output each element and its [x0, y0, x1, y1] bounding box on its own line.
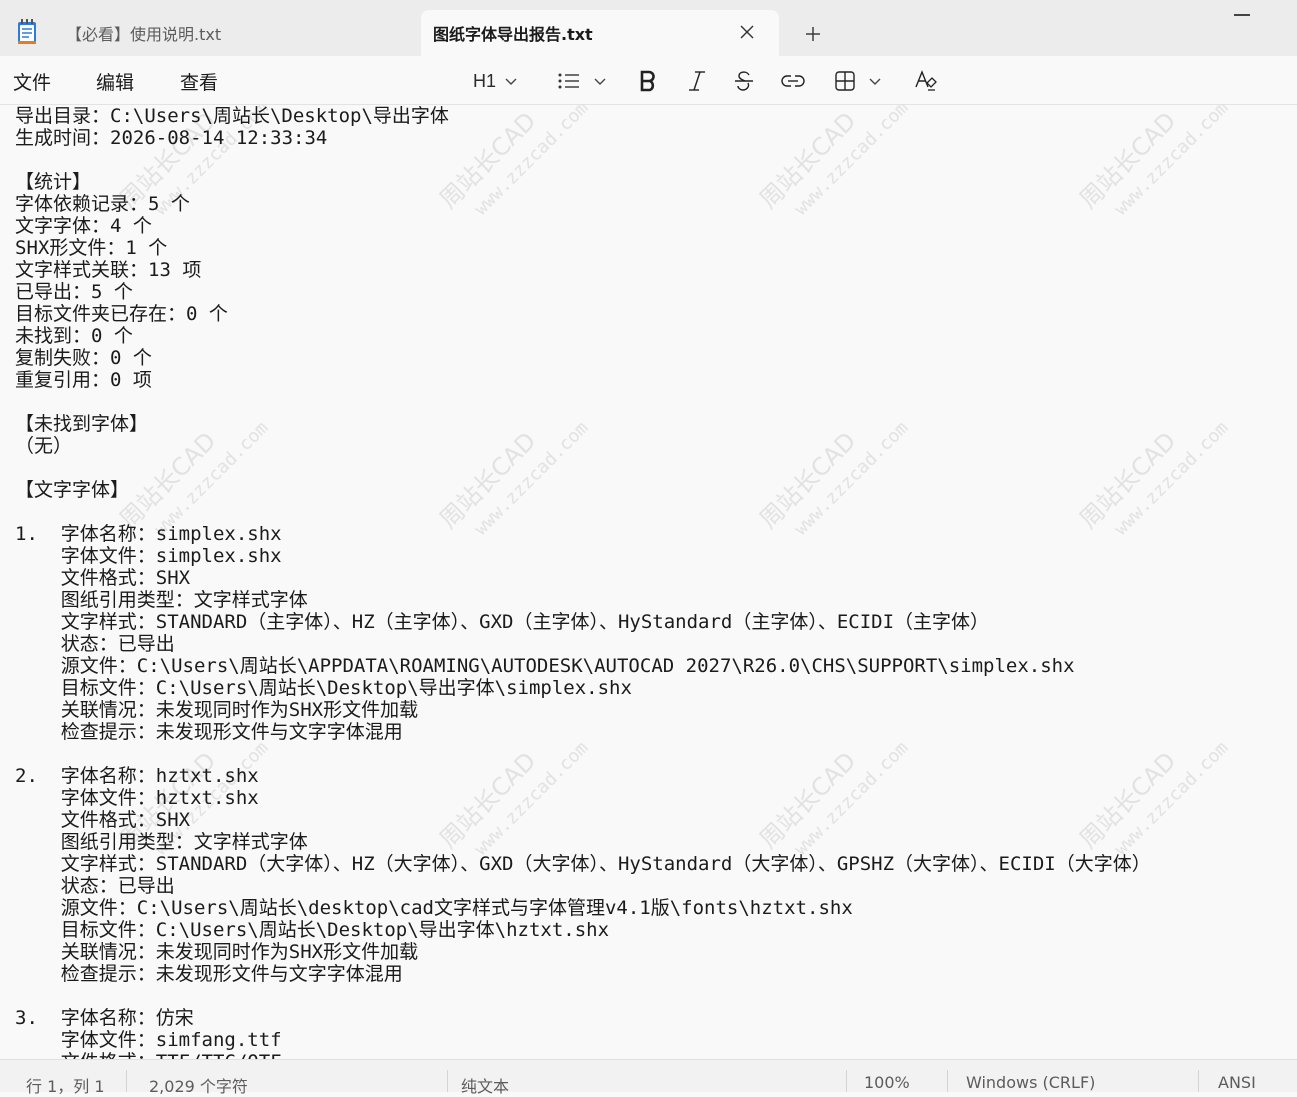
text-editor[interactable]: 周站长CAD www.zzzcad.com 周站长CAD www.zzzcad.com… — [0, 105, 1297, 1059]
text-line: （无） — [15, 435, 73, 457]
text-line — [15, 985, 1295, 1007]
text-line: 源文件：C:\Users\周站长\desktop\cad文字样式与字体管理v4.… — [15, 897, 853, 919]
heading-dropdown[interactable]: H1 — [473, 68, 518, 94]
bold-icon — [640, 70, 655, 92]
heading-label: H1 — [473, 70, 497, 91]
cursor-position[interactable]: 行 1，列 1 — [26, 1073, 105, 1097]
text-line: 1. 字体名称：simplex.shx — [15, 523, 282, 545]
text-line: 2. 字体名称：hztxt.shx — [15, 765, 259, 787]
text-line: 文字样式：STANDARD（主字体）、HZ（主字体）、GXD（主字体）、HySt… — [15, 611, 990, 633]
strikethrough-button[interactable] — [734, 68, 754, 94]
text-line: 关联情况：未发现同时作为SHX形文件加载 — [15, 941, 419, 963]
bullet-list-icon — [558, 73, 579, 89]
link-icon — [781, 75, 805, 87]
text-line — [15, 149, 1295, 171]
line-ending[interactable]: Windows (CRLF) — [966, 1073, 1095, 1092]
text-format[interactable]: 纯文本 — [461, 1073, 509, 1097]
bold-button[interactable] — [639, 68, 657, 94]
document-text[interactable]: 导出目录：C:\Users\周站长\Desktop\导出字体 生成时间：2026-… — [15, 105, 1295, 1059]
text-line: 关联情况：未发现同时作为SHX形文件加载 — [15, 699, 419, 721]
status-bar: 行 1，列 1 2,029 个字符 纯文本 100% Windows (CRLF… — [0, 1059, 1297, 1096]
text-line: 检查提示：未发现形文件与文字字体混用 — [15, 963, 403, 985]
text-line: 图纸引用类型：文字样式字体 — [15, 831, 308, 853]
text-line: 检查提示：未发现形文件与文字字体混用 — [15, 721, 403, 743]
text-line: 状态：已导出 — [15, 633, 175, 655]
zoom-level[interactable]: 100% — [864, 1073, 910, 1092]
text-line: 【未找到字体】 — [15, 413, 149, 435]
encoding[interactable]: ANSI — [1218, 1073, 1256, 1092]
new-tab-plus-icon[interactable] — [803, 24, 823, 44]
chevron-down-icon — [594, 78, 606, 85]
clear-formatting-icon — [915, 70, 937, 91]
tab-usage-notes[interactable]: 【必看】使用说明.txt — [50, 10, 420, 56]
text-line: 文字样式关联：13 项 — [15, 259, 202, 281]
text-line: 3. 字体名称：仿宋 — [15, 1007, 194, 1029]
text-line: 已导出：5 个 — [15, 281, 133, 303]
table-dropdown[interactable] — [834, 68, 882, 94]
text-line — [15, 743, 1295, 765]
chevron-down-icon — [869, 78, 881, 85]
italic-button[interactable] — [688, 68, 706, 94]
text-line: 复制失败：0 个 — [15, 347, 152, 369]
minimize-button[interactable] — [1234, 14, 1250, 16]
text-line: 字体文件：simplex.shx — [15, 545, 282, 567]
character-count: 2,029 个字符 — [149, 1077, 248, 1096]
text-line: 文件格式：SHX — [15, 567, 191, 589]
text-line: 文字样式：STANDARD（大字体）、HZ（大字体）、GXD（大字体）、HySt… — [15, 853, 1151, 875]
table-icon — [835, 71, 855, 91]
text-line: 未找到：0 个 — [15, 325, 133, 347]
text-line: 目标文件：C:\Users\周站长\Desktop\导出字体\hztxt.shx — [15, 919, 610, 941]
text-line: 字体文件：hztxt.shx — [15, 787, 259, 809]
tab-font-export-report[interactable]: 图纸字体导出报告.txt — [421, 10, 779, 56]
chevron-down-icon — [505, 78, 517, 85]
strikethrough-icon — [735, 71, 753, 91]
text-line: 文字字体：4 个 — [15, 215, 152, 237]
close-tab-icon[interactable] — [737, 22, 757, 42]
menu-bar: 文件 编辑 查看 H1 — [0, 56, 1297, 105]
text-line: 生成时间：2026-08-14 12:33:34 — [15, 127, 328, 149]
text-line — [15, 391, 1295, 413]
link-button[interactable] — [781, 68, 805, 94]
text-line: 【统计】 — [15, 171, 92, 193]
text-line: 文件格式：SHX — [15, 809, 191, 831]
text-line: SHX形文件：1 个 — [15, 237, 168, 259]
text-line: 导出目录：C:\Users\周站长\Desktop\导出字体 — [15, 105, 449, 127]
clear-formatting-button[interactable] — [914, 68, 938, 94]
menu-edit[interactable]: 编辑 — [96, 68, 134, 95]
tab-label: 【必看】使用说明.txt — [66, 25, 222, 44]
text-line: 【文字字体】 — [15, 479, 130, 501]
text-line: 图纸引用类型：文字样式字体 — [15, 589, 308, 611]
text-line — [15, 457, 1295, 479]
text-line: 状态：已导出 — [15, 875, 175, 897]
text-line: 重复引用：0 项 — [15, 369, 152, 391]
notepad-icon — [18, 19, 36, 44]
menu-view[interactable]: 查看 — [180, 68, 218, 95]
text-line: 字体文件：simfang.ttf — [15, 1029, 282, 1051]
tab-label: 图纸字体导出报告.txt — [433, 25, 593, 44]
text-line: 目标文件：C:\Users\周站长\Desktop\导出字体\simplex.s… — [15, 677, 632, 699]
list-dropdown[interactable] — [557, 68, 607, 94]
menu-file[interactable]: 文件 — [13, 68, 51, 95]
text-line — [15, 501, 1295, 523]
italic-icon — [689, 71, 705, 91]
title-bar: 【必看】使用说明.txt 图纸字体导出报告.txt — [0, 0, 1297, 56]
text-line: 源文件：C:\Users\周站长\APPDATA\ROAMING\AUTODES… — [15, 655, 1075, 677]
text-line: 文件格式：TTF/TTC/OTF — [15, 1051, 1295, 1059]
text-line: 目标文件夹已存在：0 个 — [15, 303, 228, 325]
text-line: 字体依赖记录：5 个 — [15, 193, 190, 215]
